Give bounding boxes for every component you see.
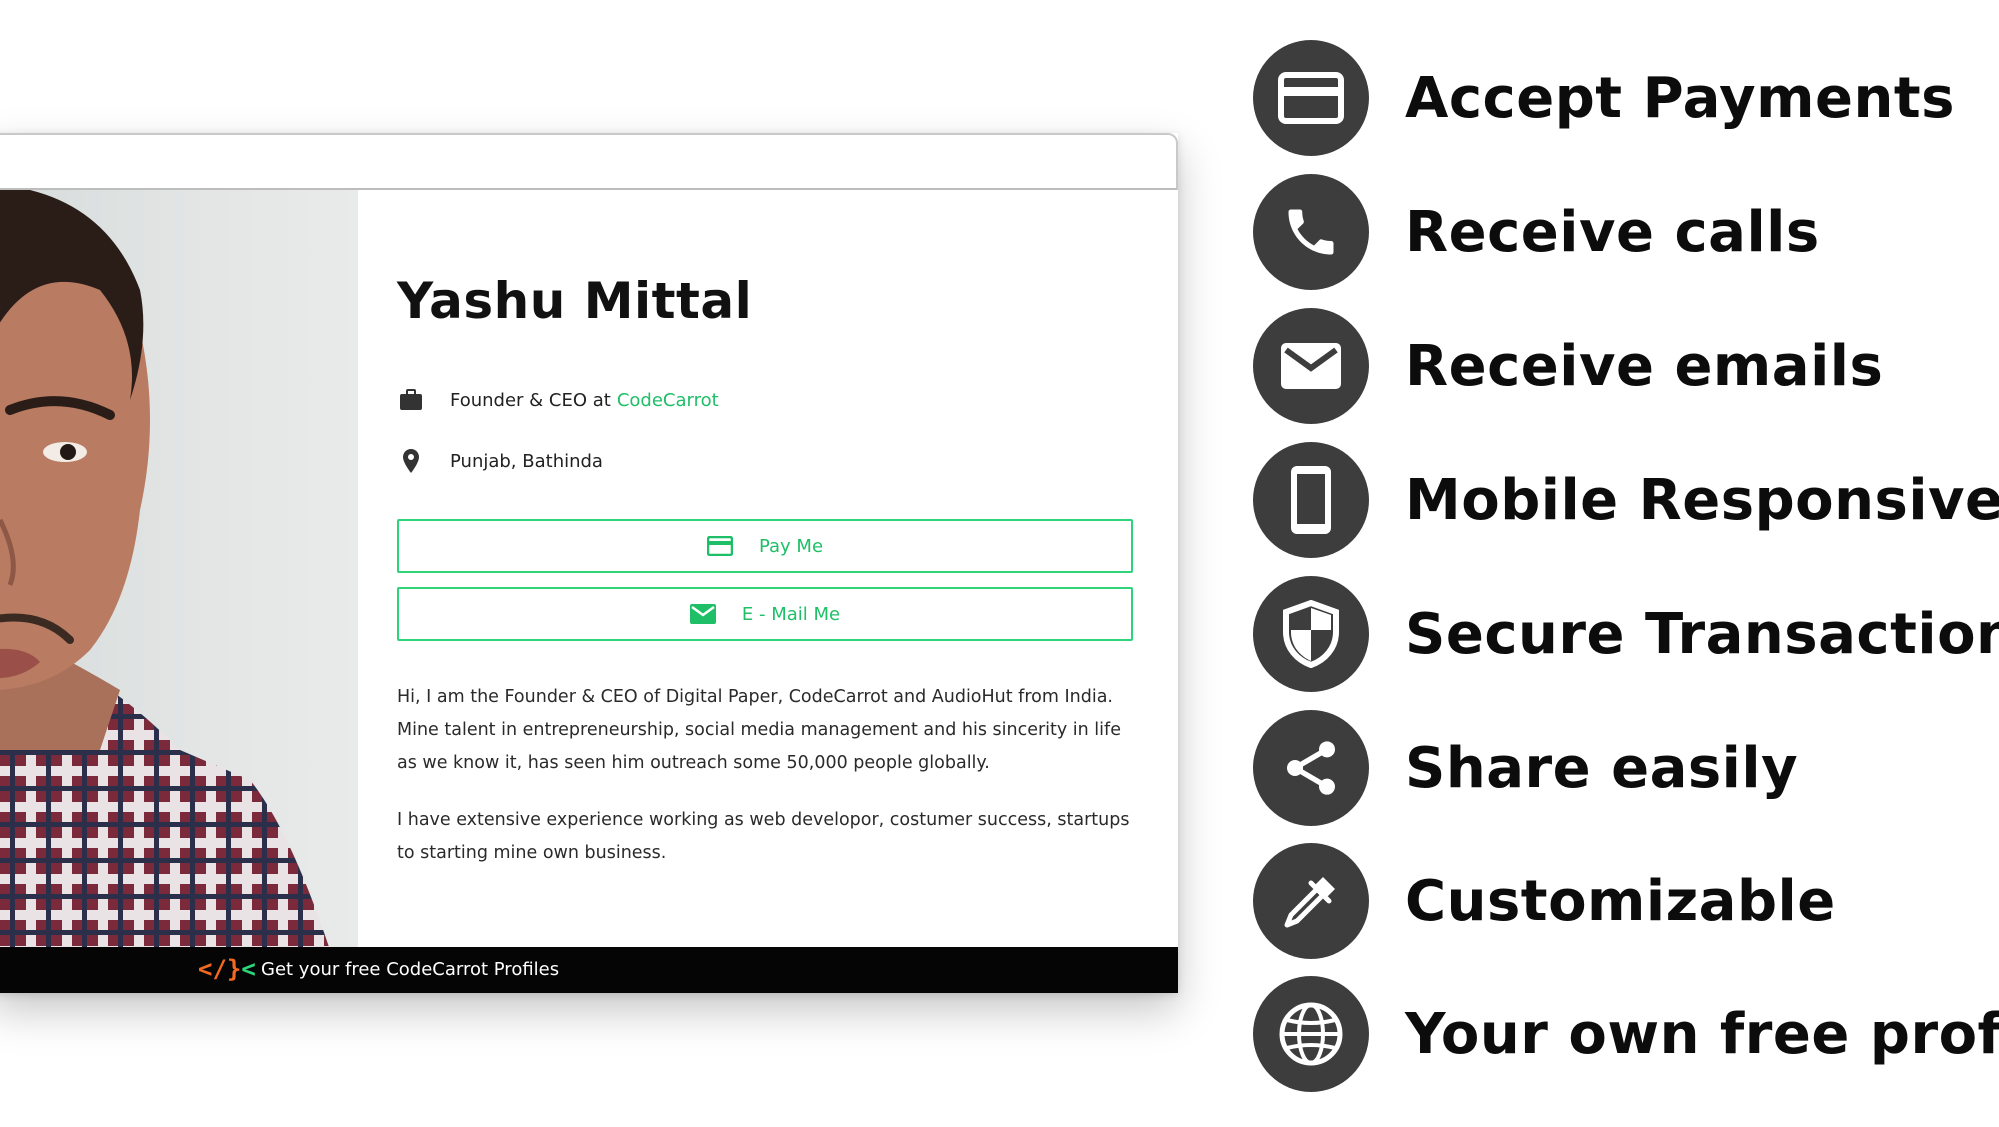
share-icon bbox=[1253, 710, 1369, 826]
feature-label: Mobile Responsive bbox=[1405, 467, 1999, 533]
profile-photo bbox=[0, 190, 358, 947]
feature-item: Receive calls bbox=[1253, 174, 1993, 290]
profile-preview-window: Yashu Mittal Founder & CEO at CodeCarrot… bbox=[0, 133, 1178, 993]
globe-icon bbox=[1253, 976, 1369, 1092]
profile-card: Yashu Mittal Founder & CEO at CodeCarrot… bbox=[0, 190, 1178, 947]
feature-item: Secure Transaction bbox=[1253, 576, 1999, 692]
feature-item: Share easily bbox=[1253, 710, 1993, 826]
feature-label: Secure Transaction bbox=[1405, 601, 1999, 667]
eyedropper-icon bbox=[1253, 843, 1369, 959]
company-link[interactable]: CodeCarrot bbox=[617, 390, 719, 411]
mail-icon bbox=[1253, 308, 1369, 424]
bio-paragraph-2: I have extensive experience working as w… bbox=[397, 810, 1130, 863]
footer-text[interactable]: Get your free CodeCarrot Profiles bbox=[261, 959, 559, 980]
mail-icon bbox=[689, 604, 716, 624]
feature-item: Receive emails bbox=[1253, 308, 1993, 424]
location-text: Punjab, Bathinda bbox=[450, 450, 603, 472]
phone-icon bbox=[1253, 174, 1369, 290]
location-row: Punjab, Bathinda bbox=[397, 447, 603, 475]
shield-icon bbox=[1253, 576, 1369, 692]
feature-item: Accept Payments bbox=[1253, 40, 1993, 156]
email-me-label: E - Mail Me bbox=[741, 603, 841, 625]
location-pin-icon bbox=[397, 447, 425, 475]
feature-label: Your own free profile bbox=[1405, 1001, 1999, 1067]
feature-item: Customizable bbox=[1253, 843, 1993, 959]
pay-me-button[interactable]: Pay Me bbox=[397, 519, 1133, 573]
role-row: Founder & CEO at CodeCarrot bbox=[397, 386, 719, 414]
feature-label: Receive calls bbox=[1405, 199, 1820, 265]
profile-name: Yashu Mittal bbox=[397, 272, 753, 330]
feature-label: Customizable bbox=[1405, 868, 1836, 934]
briefcase-icon bbox=[397, 386, 425, 414]
promo-footer[interactable]: </}< Get your free CodeCarrot Profiles bbox=[0, 947, 1178, 993]
pay-me-label: Pay Me bbox=[758, 535, 824, 557]
role-text: Founder & CEO at bbox=[450, 389, 611, 411]
email-me-button[interactable]: E - Mail Me bbox=[397, 587, 1133, 641]
credit-card-icon bbox=[1253, 40, 1369, 156]
feature-label: Accept Payments bbox=[1405, 65, 1955, 131]
feature-label: Share easily bbox=[1405, 735, 1799, 801]
credit-card-icon bbox=[706, 536, 733, 556]
feature-item: Mobile Responsive bbox=[1253, 442, 1999, 558]
smartphone-icon bbox=[1253, 442, 1369, 558]
bio-paragraph-1: Hi, I am the Founder & CEO of Digital Pa… bbox=[397, 687, 1121, 773]
profile-info: Yashu Mittal Founder & CEO at CodeCarrot… bbox=[397, 190, 1134, 947]
codecarrot-logo: </}< bbox=[198, 955, 256, 983]
feature-label: Receive emails bbox=[1405, 333, 1884, 399]
browser-address-bar bbox=[0, 133, 1178, 190]
feature-item: Your own free profile bbox=[1253, 976, 1999, 1092]
